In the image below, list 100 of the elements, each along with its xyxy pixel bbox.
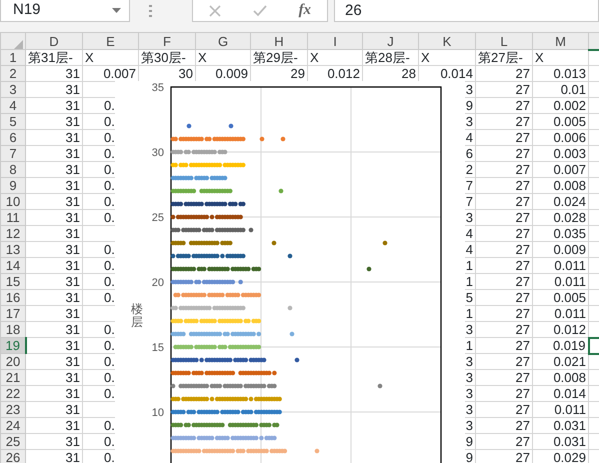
table-cell[interactable]: 27 (476, 226, 532, 242)
table-cell[interactable]: 27 (476, 418, 532, 434)
table-cell[interactable]: 0.006 (532, 130, 588, 146)
table-cell[interactable]: 0. (104, 146, 115, 160)
column-header[interactable]: L (476, 32, 532, 50)
table-cell[interactable]: 27 (476, 66, 532, 82)
table-cell[interactable]: 31 (26, 210, 82, 226)
table-cell[interactable]: 0.011 (532, 306, 588, 322)
table-cell[interactable]: 27 (476, 290, 532, 306)
table-cell[interactable]: 3 (466, 210, 473, 224)
table-cell[interactable]: 0.008 (532, 178, 588, 194)
table-cell[interactable]: 0.019 (532, 338, 588, 354)
table-cell[interactable]: 29 (250, 66, 308, 82)
table-cell[interactable]: 9 (466, 450, 473, 463)
table-cell[interactable]: 31 (26, 114, 82, 130)
table-cell[interactable]: 0.011 (532, 274, 588, 290)
table-cell[interactable]: 31 (26, 386, 82, 402)
table-cell[interactable]: 31 (26, 274, 82, 290)
table-cell[interactable]: 27 (476, 306, 532, 322)
table-cell[interactable]: 27 (476, 146, 532, 162)
table-cell[interactable]: 31 (26, 146, 82, 162)
table-cell[interactable]: X (418, 50, 476, 66)
table-cell[interactable]: 0. (104, 338, 115, 352)
formula-field[interactable]: 26 (334, 0, 599, 22)
table-cell[interactable]: 31 (26, 370, 82, 386)
table-cell[interactable]: 31 (26, 322, 82, 338)
table-cell[interactable]: 31 (26, 338, 82, 354)
row-header[interactable]: 3 (0, 82, 26, 98)
table-cell[interactable]: 0. (104, 258, 115, 272)
table-cell[interactable]: 27 (476, 338, 532, 354)
table-cell[interactable]: 0. (104, 130, 115, 144)
active-cell[interactable] (588, 338, 599, 354)
table-cell[interactable]: 27 (476, 210, 532, 226)
table-cell[interactable]: 0.003 (532, 146, 588, 162)
row-header[interactable]: 24 (0, 418, 26, 434)
table-cell[interactable]: 0. (104, 450, 115, 463)
table-cell[interactable]: 0. (104, 194, 115, 208)
column-header[interactable]: F (138, 32, 196, 50)
table-cell[interactable]: 3 (466, 386, 473, 400)
table-cell[interactable]: 31 (26, 226, 82, 242)
table-cell[interactable]: 0.012 (532, 322, 588, 338)
table-cell[interactable]: 3 (466, 82, 473, 96)
column-header[interactable]: G (196, 32, 250, 50)
table-cell[interactable]: 0.008 (532, 370, 588, 386)
table-cell[interactable]: 31 (26, 354, 82, 370)
table-cell[interactable]: 27 (476, 370, 532, 386)
insert-function-button[interactable]: fx (298, 0, 312, 22)
table-cell[interactable]: 27 (476, 274, 532, 290)
table-cell[interactable]: 0.005 (532, 290, 588, 306)
table-cell[interactable]: 0. (104, 242, 115, 256)
row-header[interactable]: 1 (0, 50, 26, 66)
table-cell[interactable]: 0. (104, 210, 115, 224)
table-cell[interactable]: 31 (26, 242, 82, 258)
table-cell[interactable]: 31 (26, 130, 82, 146)
table-cell[interactable]: 0. (104, 162, 115, 176)
table-cell[interactable]: 0.011 (532, 402, 588, 418)
row-header[interactable]: 21 (0, 370, 26, 386)
row-header[interactable]: 17 (0, 306, 26, 322)
table-cell[interactable]: 27 (476, 242, 532, 258)
table-cell[interactable]: 第28层- (362, 50, 418, 66)
table-cell[interactable]: 3 (466, 354, 473, 368)
table-cell[interactable]: 31 (26, 258, 82, 274)
column-header[interactable] (588, 32, 599, 50)
row-header[interactable]: 15 (0, 274, 26, 290)
table-cell[interactable]: 0.013 (532, 66, 588, 82)
table-cell[interactable]: 30 (138, 66, 196, 82)
row-header[interactable]: 12 (0, 226, 26, 242)
row-header[interactable]: 7 (0, 146, 26, 162)
table-cell[interactable]: 0.011 (532, 258, 588, 274)
name-box[interactable]: N19 (0, 0, 130, 22)
table-cell[interactable]: 27 (476, 114, 532, 130)
table-cell[interactable]: 9 (466, 434, 473, 448)
row-header[interactable]: 5 (0, 114, 26, 130)
table-cell[interactable]: 27 (476, 322, 532, 338)
table-cell[interactable]: 27 (476, 354, 532, 370)
table-cell[interactable]: 31 (26, 98, 82, 114)
table-cell[interactable]: 0.028 (532, 210, 588, 226)
table-cell[interactable]: 31 (26, 194, 82, 210)
column-header[interactable]: K (418, 32, 476, 50)
table-cell[interactable]: 1 (466, 338, 473, 352)
table-cell[interactable]: 31 (26, 82, 82, 98)
row-header[interactable]: 2 (0, 66, 26, 82)
table-cell[interactable]: 31 (26, 434, 82, 450)
table-cell[interactable]: 31 (26, 402, 82, 418)
drag-handle-icon[interactable] (149, 4, 152, 18)
table-cell[interactable]: 31 (26, 162, 82, 178)
column-header[interactable]: D (26, 32, 82, 50)
row-header[interactable]: 10 (0, 194, 26, 210)
table-cell[interactable]: 3 (466, 114, 473, 128)
row-header[interactable]: 9 (0, 178, 26, 194)
table-cell[interactable]: 3 (466, 370, 473, 384)
table-cell[interactable]: 0. (104, 418, 115, 432)
column-header[interactable]: J (362, 32, 418, 50)
table-cell[interactable]: 7 (466, 194, 473, 208)
table-cell[interactable]: 0.031 (532, 434, 588, 450)
table-cell[interactable]: 3 (466, 322, 473, 336)
table-cell[interactable]: 0. (104, 322, 115, 336)
table-cell[interactable]: 27 (476, 434, 532, 450)
table-cell[interactable]: 4 (466, 130, 473, 144)
table-cell[interactable]: 第30层- (138, 50, 196, 66)
